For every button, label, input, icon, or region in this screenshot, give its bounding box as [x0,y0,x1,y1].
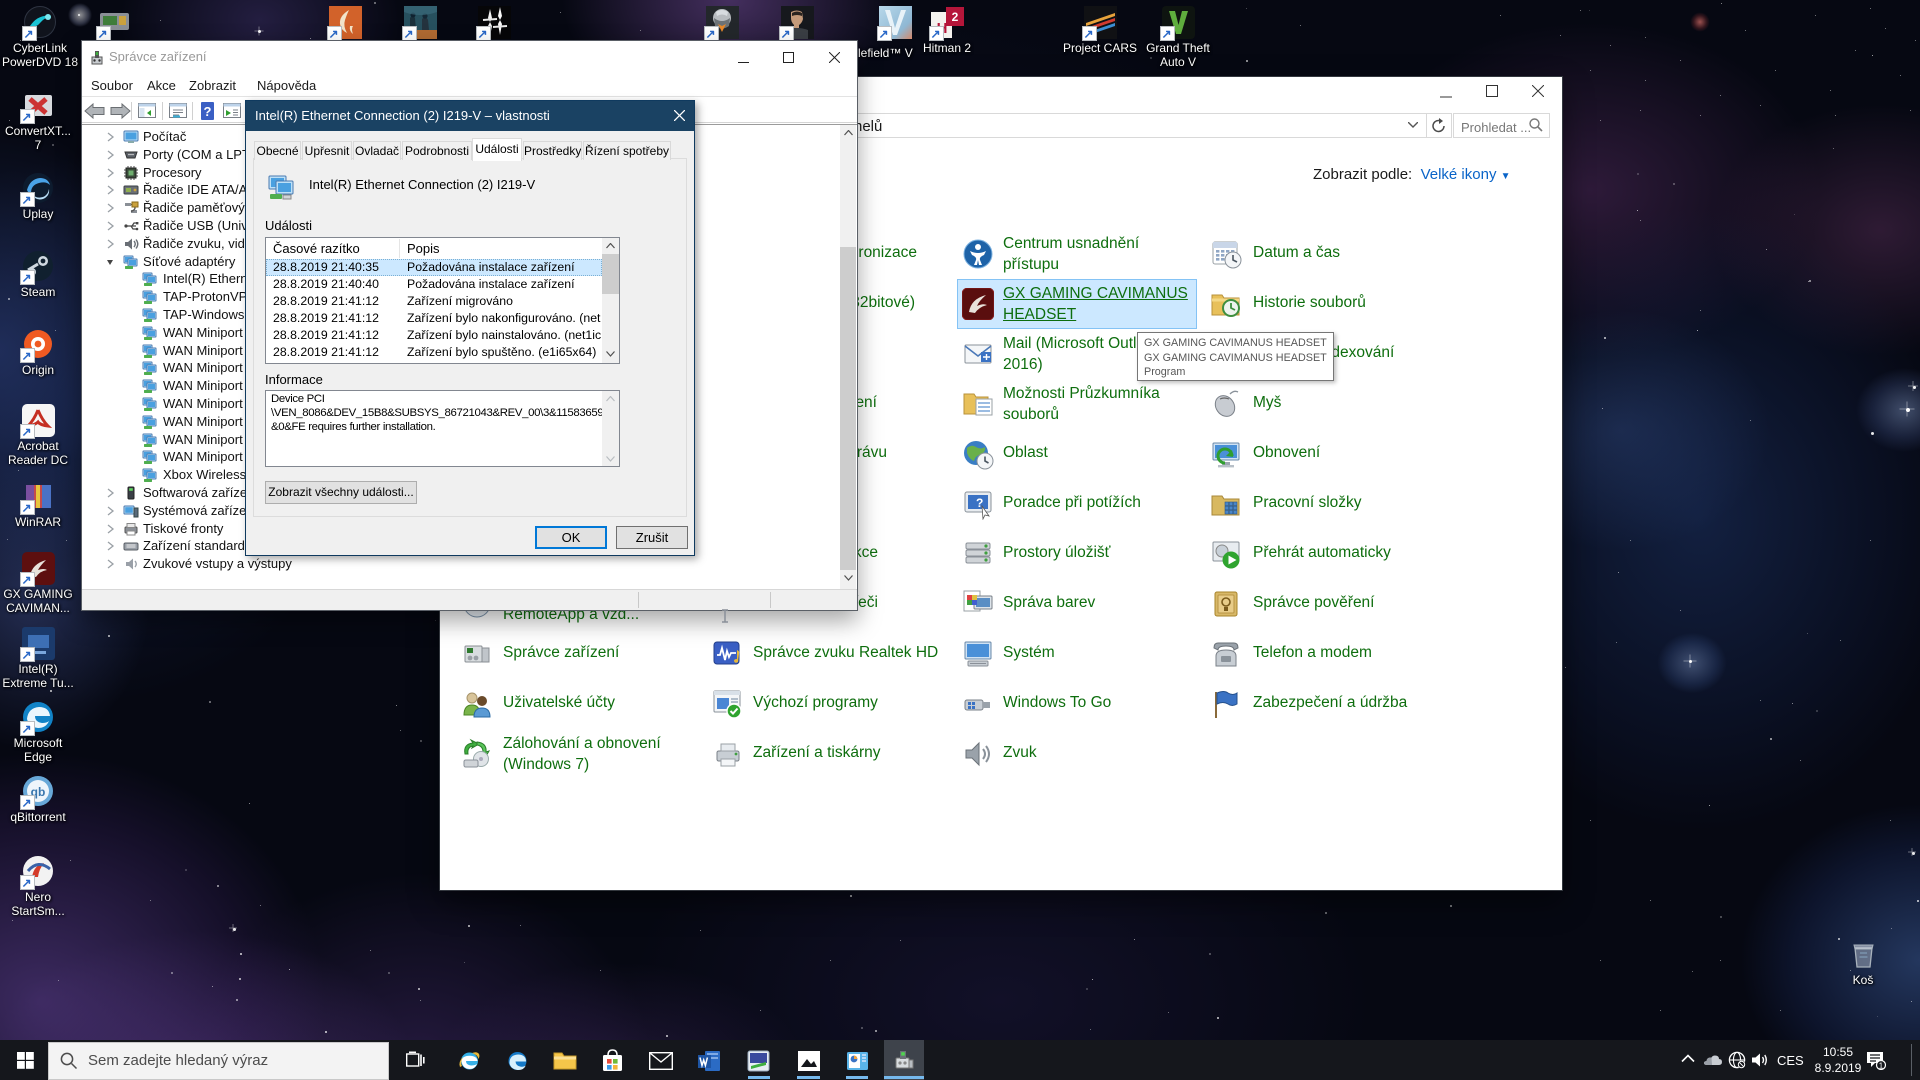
svg-text:?: ? [204,104,212,119]
svg-text:1: 1 [1879,1061,1884,1070]
svg-text:2: 2 [951,10,958,24]
